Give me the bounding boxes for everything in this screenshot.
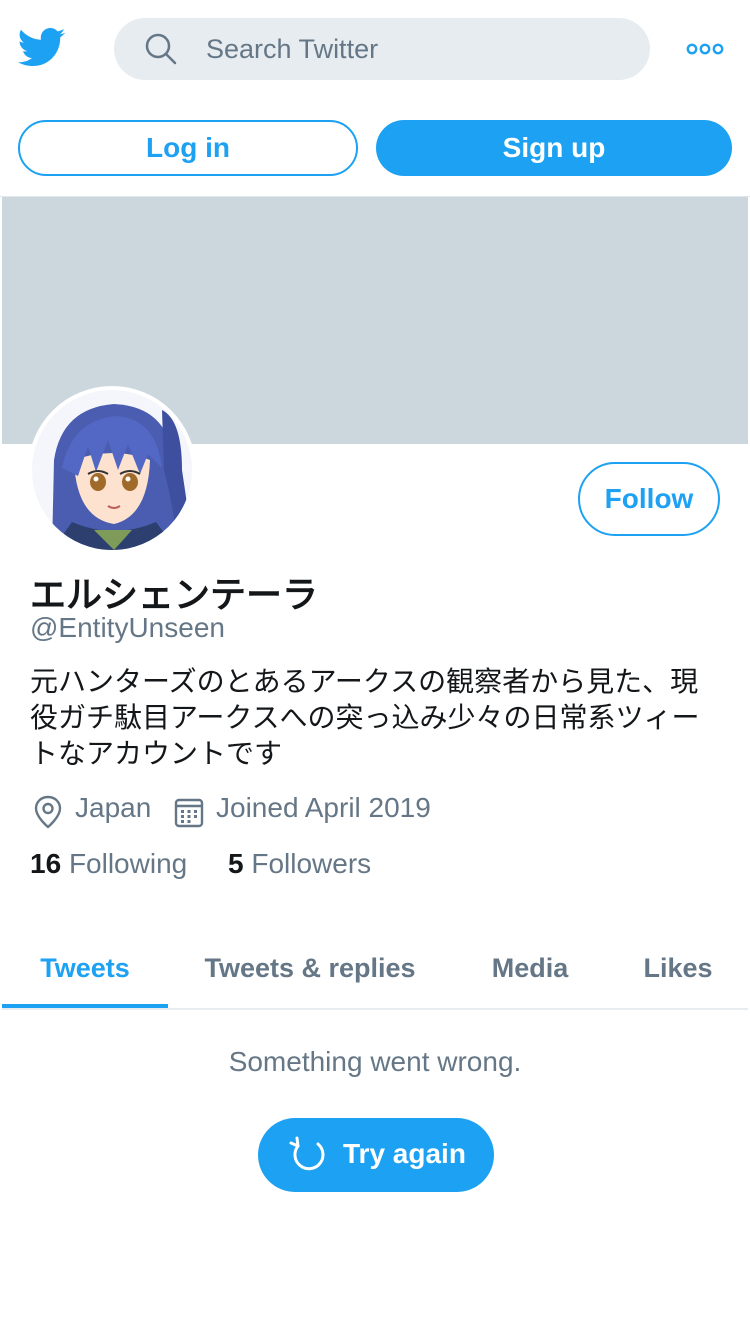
signup-button[interactable]: Sign up <box>376 120 732 176</box>
try-again-label: Try again <box>343 1138 466 1169</box>
avatar[interactable] <box>28 386 196 554</box>
active-tab-indicator <box>2 1004 168 1008</box>
tab-likes[interactable]: Likes <box>628 940 728 996</box>
error-message: Something went wrong. <box>228 1046 522 1077</box>
following-count: 16 <box>30 848 62 879</box>
followers-label: Followers <box>251 848 372 879</box>
followers-count: 5 <box>228 848 244 879</box>
location-text: Japan <box>75 792 152 823</box>
refresh-icon <box>289 1136 325 1171</box>
profile-meta: Japan Joined April 2019 <box>30 790 720 830</box>
profile-tabs: Tweets Tweets & replies Media Likes <box>2 930 748 1010</box>
login-button[interactable]: Log in <box>18 120 358 176</box>
twitter-logo-icon[interactable] <box>18 27 66 69</box>
followers-link[interactable]: 5 Followers <box>228 848 371 880</box>
calendar-icon <box>174 798 204 828</box>
follow-stats: 16 Following 5 Followers <box>30 848 720 888</box>
profile-bio: 元ハンターズのとあるアークスの観察者から見た、現役ガチ駄目アークスへの突っ込み少… <box>30 665 700 770</box>
auth-buttons: Log in Sign up <box>0 120 750 176</box>
try-again-button[interactable]: Try again <box>258 1118 494 1192</box>
search-input[interactable] <box>206 18 626 80</box>
location-icon <box>34 795 62 829</box>
search-icon <box>145 33 177 65</box>
more-dots-icon[interactable] <box>686 40 724 58</box>
joined-date: Joined April 2019 <box>216 792 431 823</box>
top-bar <box>0 0 750 100</box>
search-bar[interactable] <box>114 18 650 80</box>
display-name: エルシェンテーラ <box>30 575 319 616</box>
following-label: Following <box>68 848 188 879</box>
tab-tweets-replies[interactable]: Tweets & replies <box>182 940 438 996</box>
tab-media[interactable]: Media <box>472 940 588 996</box>
follow-button[interactable]: Follow <box>578 462 720 536</box>
user-handle: @EntityUnseen <box>30 612 225 643</box>
tab-tweets[interactable]: Tweets <box>2 940 168 996</box>
avatar-image <box>32 390 192 550</box>
following-link[interactable]: 16 Following <box>30 848 187 880</box>
